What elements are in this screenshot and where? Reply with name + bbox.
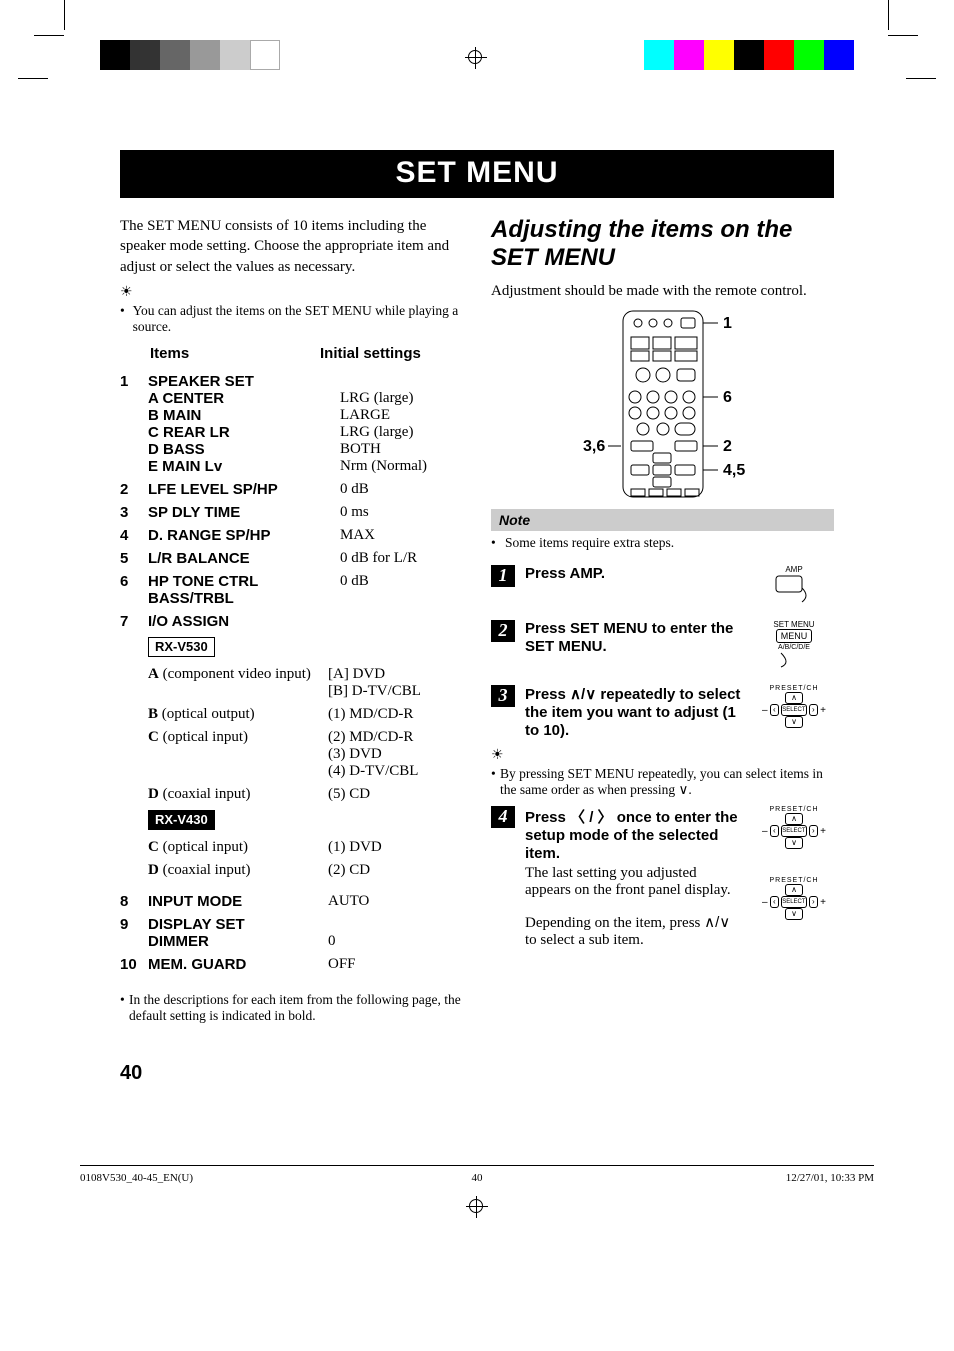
down-icon: ∨ [678,782,688,797]
preset-pad-icon: PRESET/CH ∧ –‹SELECT›+ ∨ PRESET/CH ∧ –‹S… [754,806,834,920]
step1-lead: Press AMP. [525,565,605,582]
table-row: 5L/R BALANCE0 dB for L/R [120,547,463,570]
callout-45: 4,5 [723,462,745,479]
step-number: 1 [491,565,515,587]
note-item: • Some items require extra steps. [491,535,834,551]
preset-pad-icon: PRESET/CH ∧ –‹SELECT›+ ∨ [754,685,834,728]
col-initial: Initial settings [320,345,421,362]
table-row: 7I/O ASSIGN [120,610,463,633]
amp-button-icon: AMP [754,565,834,606]
step-3: 3 Press ∧/∨ repeatedly to select the ite… [491,685,834,740]
table-row: 6HP TONE CTRL BASS/TRBL0 dB [120,570,463,610]
col-items: Items [150,345,320,362]
remote-diagram: 1 6 3,6 2 4,5 [491,309,834,499]
step-number: 2 [491,620,515,642]
table-header: Items Initial settings [120,345,463,362]
table-row: 3SP DLY TIME0 ms [120,501,463,524]
footnote-text: In the descriptions for each item from t… [129,992,463,1024]
callout-6: 6 [723,389,732,406]
page-number: 40 [120,1062,834,1085]
registration-mark [466,1196,488,1218]
left-column: The SET MENU consists of 10 items includ… [120,216,463,1032]
table-row: 8INPUT MODEAUTO [120,890,463,913]
model-tag-530: RX-V530 [148,637,215,657]
step-2: 2 Press SET MENU to enter the SET MENU. … [491,620,834,671]
right-intro: Adjustment should be made with the remot… [491,281,834,301]
callout-2: 2 [723,438,732,455]
crop-top [0,0,954,90]
row-name: SPEAKER SET [148,373,340,390]
step4-body: The last setting you adjusted appears on… [525,865,744,899]
settings-table: 1 SPEAKER SET A CENTER B MAIN C REAR LR … [120,370,463,633]
step-1: 1 Press AMP. AMP [491,565,834,606]
tip-step3: • By pressing SET MENU repeatedly, you c… [491,766,834,798]
note-strip: Note [491,509,834,531]
tip-left: • You can adjust the items on the SET ME… [120,303,463,335]
intro-text: The SET MENU consists of 10 items includ… [120,216,463,277]
setmenu-button-icon: SET MENU MENU A/B/C/D/E [754,620,834,671]
right-column: Adjusting the items on the SET MENU Adju… [491,216,834,1032]
table-row: 9DISPLAY SETDIMMER 0 [120,913,463,953]
up-down-icon: ∧/∨ [704,914,730,931]
hint-icon [491,746,834,764]
table-row: 4D. RANGE SP/HPMAX [120,524,463,547]
step-number: 3 [491,685,515,707]
table-row: 10MEM. GUARDOFF [120,953,463,976]
footer-page: 40 [345,1172,610,1184]
footer-timestamp: 12/27/01, 10:33 PM [609,1172,874,1184]
note-item-text: Some items require extra steps. [505,535,674,551]
hint-icon [120,283,463,301]
footer-file: 0108V530_40-45_EN(U) [80,1172,345,1184]
model-tag-430: RX-V430 [148,810,215,830]
step2-lead: Press SET MENU to enter the SET MENU. [525,620,733,655]
page-content: SET MENU The SET MENU consists of 10 ite… [0,90,954,1125]
footnote: • In the descriptions for each item from… [120,992,463,1024]
callout-36: 3,6 [583,438,605,455]
up-down-icon: ∧/∨ [570,686,596,703]
callout-1: 1 [723,315,732,332]
right-heading: Adjusting the items on the SET MENU [491,216,834,271]
page-title: SET MENU [120,150,834,198]
step-number: 4 [491,806,515,828]
left-right-icon: 〈 / 〉 [570,809,613,826]
step-4: 4 Press 〈 / 〉 once to enter the setup mo… [491,806,834,949]
table-row: 2LFE LEVEL SP/HP0 dB [120,478,463,501]
tip-left-text: You can adjust the items on the SET MENU… [133,303,463,335]
footer: 0108V530_40-45_EN(U) 40 12/27/01, 10:33 … [80,1165,874,1224]
table-row: 1 SPEAKER SET A CENTER B MAIN C REAR LR … [120,370,463,478]
